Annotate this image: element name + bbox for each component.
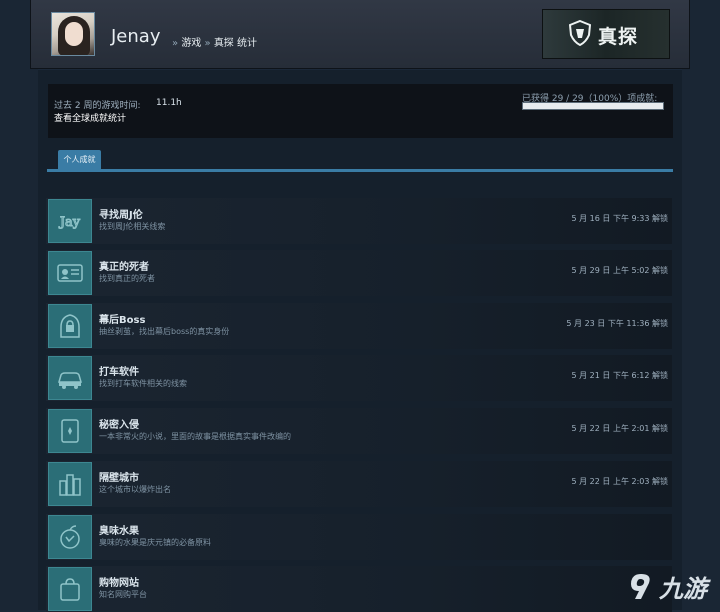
breadcrumb-games[interactable]: 游戏 [181,38,201,49]
achievement-name: 寻找周J伦 [99,210,143,221]
achievement-name: 真正的死者 [99,262,149,273]
achievement-name: 打车软件 [99,367,139,378]
page-gutter-left [0,0,38,610]
achievement-unlock-date: 5 月 23 日 下午 11:36 解锁 [566,319,668,328]
achievement-row[interactable]: 隔壁城市 这个城市以爆炸出名 5 月 22 日 上午 2:03 解锁 [46,461,672,507]
game-logo-text: 真探 [598,26,639,48]
watermark-text: 九游 [659,575,707,603]
achievement-description: 知名网购平台 [99,590,147,599]
car-icon [48,356,92,400]
achievement-name: 幕后Boss [99,315,146,326]
achievement-unlock-date: 5 月 22 日 上午 2:01 解锁 [571,424,669,433]
page-gutter-right [682,0,720,610]
fruit-icon [48,515,92,559]
breadcrumb-separator: » [172,38,179,49]
achievement-unlock-date: 5 月 16 日 下午 9:33 解锁 [571,214,669,223]
achievement-progress-fill [523,103,663,109]
tab-personal-achievements[interactable]: 个人成就 [58,150,101,169]
shield-icon [569,20,591,46]
breadcrumb-separator: » [204,38,211,49]
profile-header: Jenay » 游戏 » 真探 统计 真探 [30,0,690,69]
achievement-description: 找到周J伦相关线索 [99,222,166,231]
achievement-row[interactable]: Jay 寻找周J伦 找到周J伦相关线索 5 月 16 日 下午 9:33 解锁 [46,198,672,244]
achievement-description: 一本非常火的小说，里面的故事是根据真实事件改编的 [99,432,291,441]
achievement-name: 购物网站 [99,578,139,589]
achievement-name: 臭味水果 [99,526,139,537]
city-icon [48,462,92,506]
achievement-description: 抽丝剥茧，找出幕后boss的真实身份 [99,327,230,336]
username[interactable]: Jenay [111,26,160,47]
breadcrumb-game-stats[interactable]: 真探 统计 [214,38,257,49]
achievement-description: 找到打车软件相关的线索 [99,379,187,388]
achievement-progress-bar [522,102,664,110]
hooded-figure-icon [48,304,92,348]
achievement-description: 找到真正的死者 [99,274,155,283]
book-icon [48,409,92,453]
watermark-logo: 九游 [627,567,720,605]
achievement-row[interactable]: 幕后Boss 抽丝剥茧，找出幕后boss的真实身份 5 月 23 日 下午 11… [46,303,672,349]
stats-summary: 过去 2 周的游戏时间: 11.1h 查看全球成就统计 已获得 29 / 29（… [48,84,673,138]
playtime-label: 过去 2 周的游戏时间: [54,101,141,111]
nine-game-logo-icon [631,574,650,599]
playtime-value: 11.1h [156,98,182,108]
global-achievements-link[interactable]: 查看全球成就统计 [54,111,126,124]
achievement-name: 隔壁城市 [99,473,139,484]
avatar[interactable] [51,12,95,56]
breadcrumb: » 游戏 » 真探 统计 [172,34,257,49]
achievement-row[interactable]: 臭味水果 臭味的水果是庆元镇的必备原料 [46,514,672,560]
achievement-row[interactable]: 真正的死者 找到真正的死者 5 月 29 日 上午 5:02 解锁 [46,250,672,296]
achievement-unlock-date: 5 月 22 日 上午 2:03 解锁 [571,477,669,486]
achievement-row[interactable]: 秘密入侵 一本非常火的小说，里面的故事是根据真实事件改编的 5 月 22 日 上… [46,408,672,454]
shopping-bag-icon [48,567,92,611]
achievement-unlock-date: 5 月 29 日 上午 5:02 解锁 [571,266,669,275]
achievement-description: 臭味的水果是庆元镇的必备原料 [99,538,211,547]
game-logo[interactable]: 真探 [542,9,670,59]
tab-underline [47,169,673,172]
achievement-description: 这个城市以爆炸出名 [99,485,171,494]
achievement-name: 秘密入侵 [99,420,139,431]
id-card-icon [48,251,92,295]
achievement-unlock-date: 5 月 21 日 下午 6:12 解锁 [571,371,669,380]
achievement-row[interactable]: 打车软件 找到打车软件相关的线索 5 月 21 日 下午 6:12 解锁 [46,355,672,401]
jay-text-icon: Jay [48,199,92,243]
svg-text:Jay: Jay [58,215,81,230]
achievement-row[interactable]: 购物网站 知名网购平台 [46,566,672,612]
